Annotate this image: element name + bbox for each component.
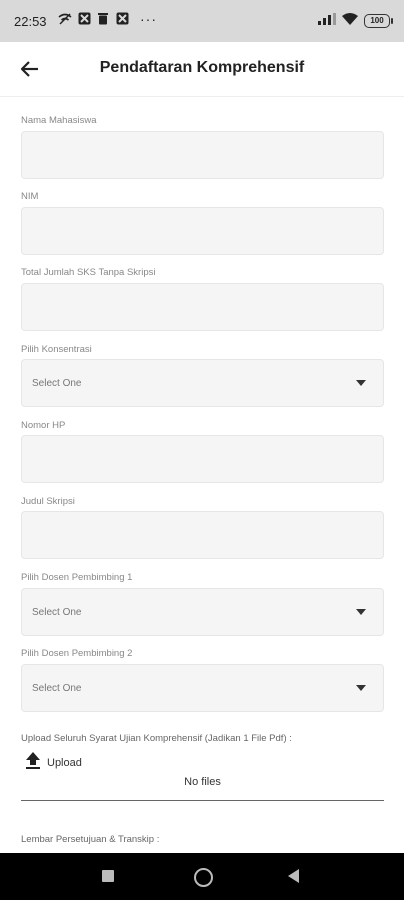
nama-label: Nama Mahasiswa (21, 115, 97, 126)
upload-button-label: Upload (47, 757, 82, 769)
konsentrasi-select-value: Select One (32, 378, 82, 389)
sks-field-group: Total Jumlah SKS Tanpa Skripsi (21, 266, 384, 331)
nama-field-group: Nama Mahasiswa (21, 114, 384, 179)
dosen1-select[interactable]: Select One (21, 588, 384, 636)
sks-input[interactable] (21, 283, 384, 331)
status-time: 22:53 (14, 14, 47, 29)
upload-label: Upload Seluruh Syarat Ujian Komprehensif… (21, 733, 292, 744)
dropdown-arrow-icon (356, 685, 366, 691)
dosen2-select[interactable]: Select One (21, 664, 384, 712)
no-files-text: No files (184, 776, 221, 788)
status-notification-icons: ··· (58, 12, 157, 26)
wifi-off-icon (58, 12, 72, 26)
wifi-icon (342, 12, 358, 30)
more-dots-icon: ··· (140, 11, 157, 27)
nav-back-icon[interactable] (288, 869, 299, 883)
konsentrasi-label: Pilih Konsentrasi (21, 344, 92, 355)
judul-input[interactable] (21, 511, 384, 559)
battery-icon: 100 (364, 14, 393, 28)
dosen1-select-value: Select One (32, 607, 82, 618)
upload-button[interactable]: Upload (25, 752, 82, 774)
app-bar: Pendaftaran Komprehensif (0, 42, 404, 97)
dropdown-arrow-icon (356, 380, 366, 386)
trash-icon (96, 12, 110, 26)
recents-icon[interactable] (102, 870, 114, 882)
judul-label: Judul Skripsi (21, 496, 75, 507)
dosen1-label: Pilih Dosen Pembimbing 1 (21, 572, 133, 583)
upload-icon (25, 752, 41, 774)
status-system-icons: 100 (318, 12, 393, 30)
app-icon (115, 12, 129, 26)
konsentrasi-field-group: Pilih Konsentrasi Select One (21, 343, 384, 407)
navigation-bar (0, 853, 404, 900)
dosen2-field-group: Pilih Dosen Pembimbing 2 Select One (21, 647, 384, 712)
dosen1-field-group: Pilih Dosen Pembimbing 1 Select One (21, 571, 384, 636)
sks-label: Total Jumlah SKS Tanpa Skripsi (21, 267, 156, 278)
dosen2-select-value: Select One (32, 683, 82, 694)
signal-icon (318, 12, 336, 30)
status-bar: 22:53 ··· 100 (0, 0, 404, 42)
divider (21, 800, 384, 801)
hp-label: Nomor HP (21, 420, 66, 431)
hp-input[interactable] (21, 435, 384, 483)
nama-input[interactable] (21, 131, 384, 179)
page-title: Pendaftaran Komprehensif (99, 59, 305, 76)
dropdown-arrow-icon (356, 609, 366, 615)
hp-field-group: Nomor HP (21, 419, 384, 483)
nim-field-group: NIM (21, 190, 384, 255)
lembar-label: Lembar Persetujuan & Transkip : (21, 834, 160, 845)
nim-label: NIM (21, 191, 39, 202)
judul-field-group: Judul Skripsi (21, 495, 384, 559)
home-icon[interactable] (194, 868, 213, 887)
app-icon (77, 12, 91, 26)
konsentrasi-select[interactable]: Select One (21, 359, 384, 407)
nim-input[interactable] (21, 207, 384, 255)
dosen2-label: Pilih Dosen Pembimbing 2 (21, 648, 133, 659)
